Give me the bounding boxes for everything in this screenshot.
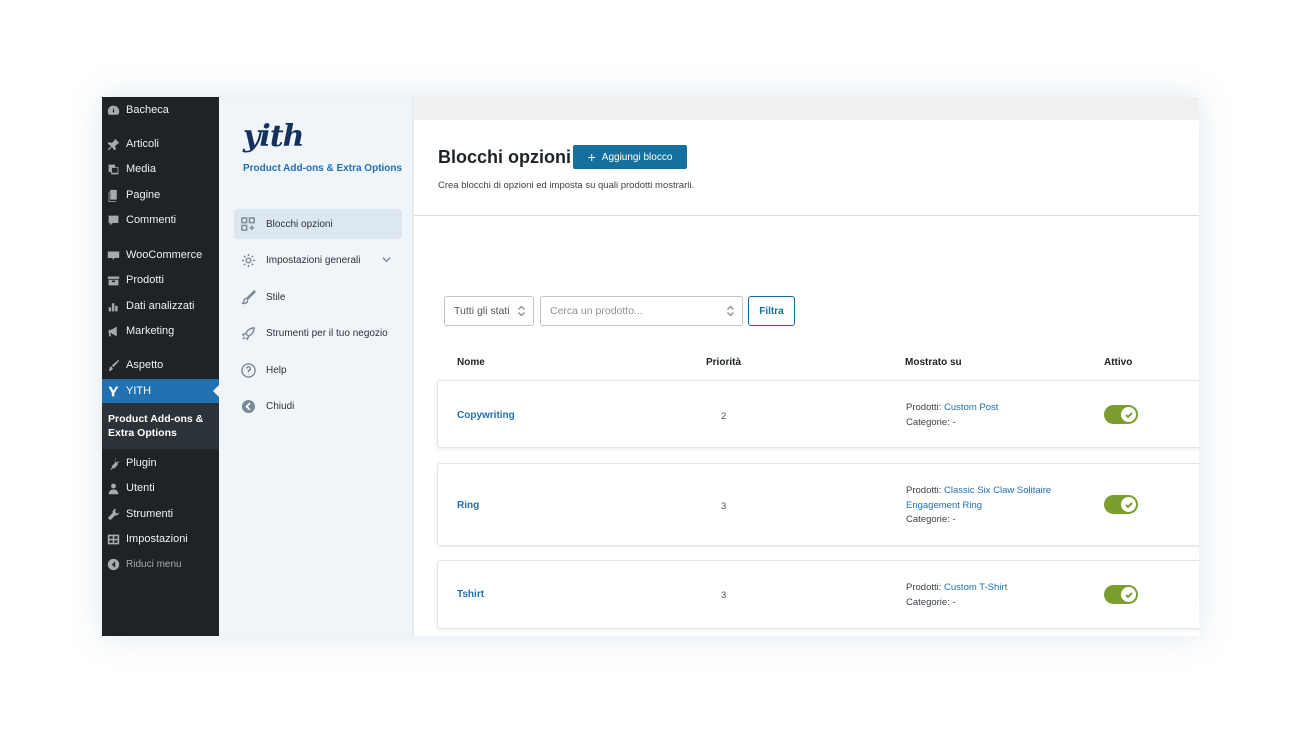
dashboard-icon bbox=[106, 103, 120, 117]
active-toggle[interactable] bbox=[1104, 585, 1138, 604]
main-content: Blocchi opzioni + Aggiungi blocco Crea b… bbox=[414, 120, 1199, 636]
block-priority: 3 bbox=[721, 501, 727, 512]
back-icon bbox=[240, 398, 256, 414]
brush-icon bbox=[240, 289, 256, 305]
table-row[interactable]: Ring 3 Prodotti: Classic Six Claw Solita… bbox=[437, 463, 1199, 546]
block-name-link[interactable]: Ring bbox=[457, 500, 479, 511]
wp-menu-marketing[interactable]: Marketing bbox=[102, 319, 219, 343]
rocket-icon bbox=[240, 325, 256, 341]
blocks-icon bbox=[240, 216, 256, 232]
status-select[interactable]: Tutti gli stati bbox=[444, 296, 534, 326]
column-header-nome[interactable]: Nome bbox=[457, 357, 485, 368]
block-name-link[interactable]: Copywriting bbox=[457, 410, 515, 421]
wp-menu-commenti[interactable]: Commenti bbox=[102, 208, 219, 232]
select-arrows-icon bbox=[726, 305, 735, 320]
wp-menu-collapse[interactable]: Riduci menu bbox=[102, 552, 219, 576]
product-search-select[interactable]: Cerca un prodotto... bbox=[540, 296, 743, 326]
wp-menu-aspetto[interactable]: Aspetto bbox=[102, 353, 219, 377]
table-row[interactable]: Tshirt 3 Prodotti: Custom T-Shirt Catego… bbox=[437, 560, 1199, 629]
products-icon bbox=[106, 273, 120, 287]
check-icon bbox=[1121, 497, 1136, 512]
page-subtitle: Crea blocchi di opzioni ed imposta su qu… bbox=[438, 180, 695, 191]
plugin-nav-blocchi-opzioni[interactable]: Blocchi opzioni bbox=[234, 209, 402, 239]
comments-icon bbox=[106, 213, 120, 227]
plugin-nav-impostazioni-generali[interactable]: Impostazioni generali bbox=[234, 245, 402, 275]
wp-menu-impostazioni[interactable]: Impostazioni bbox=[102, 527, 219, 551]
media-icon bbox=[106, 162, 120, 176]
column-header-attivo: Attivo bbox=[1104, 357, 1133, 368]
wp-menu-pagine[interactable]: Pagine bbox=[102, 183, 219, 207]
plugin-title: Product Add-ons & Extra Options bbox=[243, 163, 403, 174]
wp-menu-woocommerce[interactable]: WooCommerce bbox=[102, 243, 219, 267]
chevron-down-icon[interactable] bbox=[381, 254, 392, 268]
block-priority: 3 bbox=[721, 590, 727, 601]
select-arrows-icon bbox=[517, 305, 526, 320]
brush-icon bbox=[106, 358, 120, 372]
woocommerce-icon bbox=[106, 248, 120, 262]
wp-menu-dati-analizzati[interactable]: Dati analizzati bbox=[102, 294, 219, 318]
help-icon bbox=[240, 362, 256, 378]
header-divider bbox=[414, 215, 1199, 216]
wp-menu-yith[interactable]: YITH bbox=[102, 379, 219, 403]
settings-icon bbox=[106, 532, 120, 546]
wp-submenu-product-addons[interactable]: Product Add-ons & Extra Options bbox=[102, 403, 219, 449]
plugin-nav-help[interactable]: Help bbox=[234, 355, 402, 385]
yith-icon bbox=[106, 384, 120, 398]
wp-admin-sidebar: Bacheca Articoli Media Pagine Commenti W… bbox=[102, 97, 219, 636]
gear-icon bbox=[240, 252, 256, 268]
add-block-button[interactable]: + Aggiungi blocco bbox=[573, 145, 687, 169]
wp-menu-media[interactable]: Media bbox=[102, 157, 219, 181]
plugin-nav-stile[interactable]: Stile bbox=[234, 282, 402, 312]
wp-menu-strumenti[interactable]: Strumenti bbox=[102, 502, 219, 526]
block-priority: 2 bbox=[721, 411, 727, 422]
block-shown-on: Prodotti: Custom T-Shirt Categorie: - bbox=[906, 582, 1008, 608]
plus-icon: + bbox=[587, 149, 596, 165]
active-toggle[interactable] bbox=[1104, 495, 1138, 514]
pages-icon bbox=[106, 188, 120, 202]
block-shown-on: Prodotti: Custom Post Categorie: - bbox=[906, 402, 999, 428]
pin-icon bbox=[106, 137, 120, 151]
filter-button[interactable]: Filtra bbox=[748, 296, 795, 326]
collapse-icon bbox=[106, 557, 120, 571]
wrench-icon bbox=[106, 507, 120, 521]
wp-menu-articoli[interactable]: Articoli bbox=[102, 132, 219, 156]
plugin-panel-nav: yith Product Add-ons & Extra Options Blo… bbox=[219, 97, 413, 636]
product-link[interactable]: Custom Post bbox=[944, 402, 998, 413]
product-link[interactable]: Custom T-Shirt bbox=[944, 582, 1007, 593]
check-icon bbox=[1121, 587, 1136, 602]
plugin-nav-strumenti[interactable]: Strumenti per il tuo negozio bbox=[234, 318, 402, 348]
block-shown-on: Prodotti: Classic Six Claw Solitaire Eng… bbox=[906, 485, 1052, 525]
plugin-nav-chiudi[interactable]: Chiudi bbox=[234, 391, 402, 421]
page-title: Blocchi opzioni bbox=[438, 147, 571, 167]
yith-logo: yith bbox=[243, 119, 304, 154]
block-name-link[interactable]: Tshirt bbox=[457, 589, 484, 600]
wp-menu-bacheca[interactable]: Bacheca bbox=[102, 98, 219, 122]
check-icon bbox=[1121, 407, 1136, 422]
analytics-icon bbox=[106, 299, 120, 313]
column-header-mostrato-su: Mostrato su bbox=[905, 357, 962, 368]
app-window: Bacheca Articoli Media Pagine Commenti W… bbox=[102, 97, 1199, 636]
megaphone-icon bbox=[106, 324, 120, 338]
table-row[interactable]: Copywriting 2 Prodotti: Custom Post Cate… bbox=[437, 380, 1199, 448]
plugin-icon bbox=[106, 456, 120, 470]
wp-menu-prodotti[interactable]: Prodotti bbox=[102, 268, 219, 292]
active-toggle[interactable] bbox=[1104, 405, 1138, 424]
wp-menu-utenti[interactable]: Utenti bbox=[102, 476, 219, 500]
wp-menu-plugin[interactable]: Plugin bbox=[102, 451, 219, 475]
users-icon bbox=[106, 481, 120, 495]
column-header-priorita[interactable]: Priorità bbox=[706, 357, 741, 368]
